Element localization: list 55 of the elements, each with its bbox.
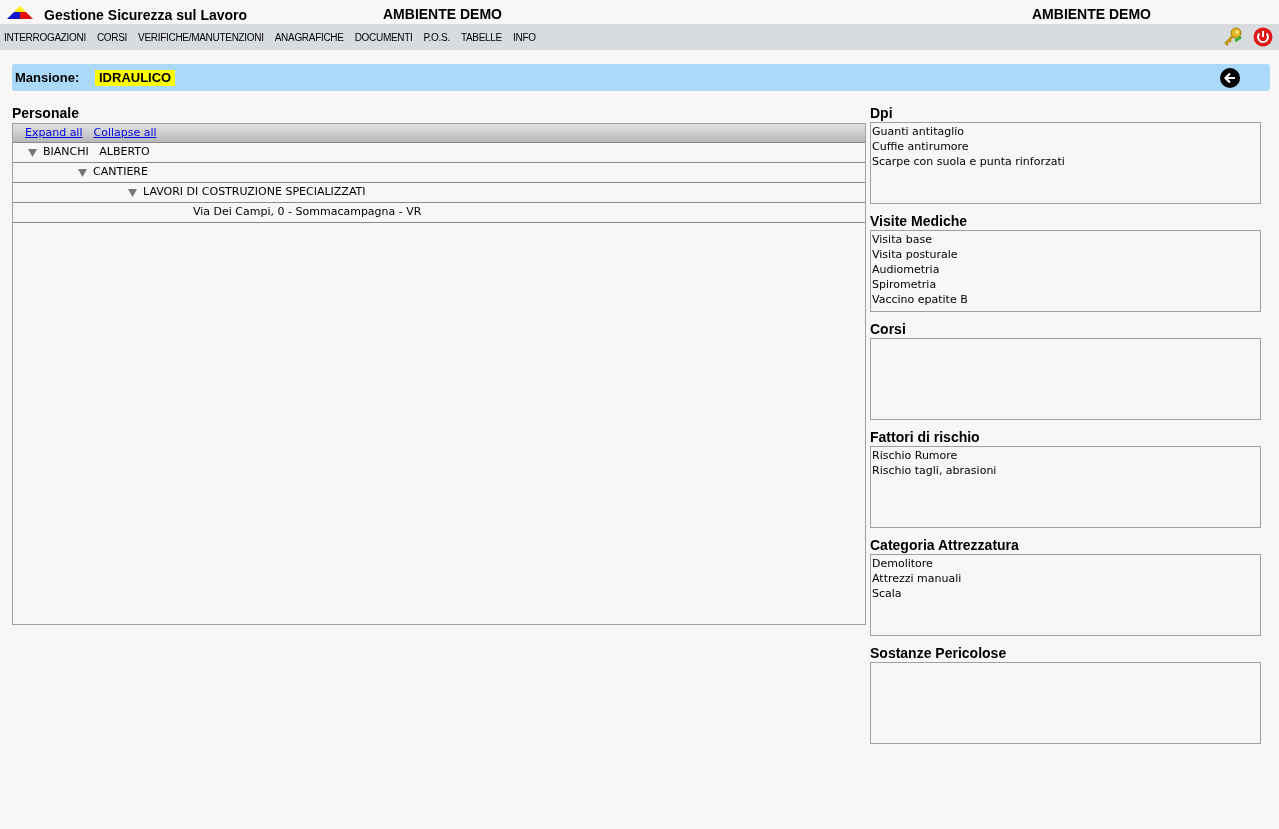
menu-item[interactable]: INTERROGAZIONI	[4, 29, 86, 45]
tree-node-label: LAVORI DI COSTRUZIONE SPECIALIZZATI	[143, 184, 366, 201]
menu-item[interactable]: P.O.S.	[423, 29, 450, 45]
list-item[interactable]: Rischio tagli, abrasioni	[872, 463, 1260, 478]
list-item[interactable]: Attrezzi manuali	[872, 571, 1260, 586]
section-title: Visite Mediche	[870, 212, 968, 230]
list-item[interactable]: Visita base	[872, 232, 1260, 247]
list-box[interactable]: Guanti antitaglio Cuffie antirumore Scarpe con suola e punta rinforzati	[870, 122, 1261, 204]
section-title: Dpi	[870, 104, 894, 122]
menu-item[interactable]: DOCUMENTI	[354, 29, 413, 45]
list-box[interactable]: Visita base Visita posturale Audiometria Spirometria Vaccino epatite B	[870, 230, 1261, 312]
tree-row[interactable]: BIANCHI ALBERTO	[13, 143, 865, 163]
list-item[interactable]: Cuffie antirumore	[872, 139, 1260, 154]
tree-link[interactable]: Collapse all	[93, 124, 157, 142]
list-item[interactable]: Audiometria	[872, 262, 1260, 277]
tree-row[interactable]: LAVORI DI COSTRUZIONE SPECIALIZZATI	[13, 183, 865, 203]
environment-label: AMBIENTE DEMO	[1032, 5, 1151, 24]
app-title: Gestione Sicurezza sul Lavoro	[44, 6, 248, 25]
logo-icon	[7, 6, 33, 19]
section-title: Personale	[12, 104, 80, 122]
list-box[interactable]: Rischio Rumore Rischio tagli, abrasioni	[870, 446, 1261, 528]
list-item[interactable]: Guanti antitaglio	[872, 124, 1260, 139]
list-item[interactable]: Rischio Rumore	[872, 448, 1260, 463]
list-box[interactable]	[870, 338, 1261, 420]
section-title: Fattori di rischio	[870, 428, 981, 446]
menu-item[interactable]: ANAGRAFICHE	[274, 29, 344, 45]
tree-node-label: BIANCHI ALBERTO	[43, 144, 150, 161]
list-box[interactable]: Demolitore Attrezzi manuali Scala	[870, 554, 1261, 636]
tree-row[interactable]: Via Dei Campi, 0 - Sommacampagna - VR	[13, 203, 865, 223]
list-item[interactable]: Vaccino epatite B	[872, 292, 1260, 307]
menu-item[interactable]: CORSI	[96, 29, 128, 45]
section-title: Corsi	[870, 320, 907, 338]
tree-link[interactable]: Expand all	[25, 124, 83, 142]
tree-row[interactable]: CANTIERE	[13, 163, 865, 183]
key-icon[interactable]	[1223, 27, 1243, 47]
menu-item[interactable]: INFO	[513, 29, 536, 45]
expand-triangle-icon[interactable]	[78, 168, 87, 177]
list-box[interactable]	[870, 662, 1261, 744]
environment-label: AMBIENTE DEMO	[383, 5, 502, 24]
tree-node-label: Via Dei Campi, 0 - Sommacampagna - VR	[193, 204, 422, 221]
list-item[interactable]: Scala	[872, 586, 1260, 601]
menu-item[interactable]: VERIFICHE/MANUTENZIONI	[138, 29, 264, 45]
expand-triangle-icon[interactable]	[28, 148, 37, 157]
list-item[interactable]: Demolitore	[872, 556, 1260, 571]
tree-node-label: CANTIERE	[93, 164, 148, 181]
section-title: Sostanze Pericolose	[870, 644, 1008, 662]
expand-triangle-icon[interactable]	[128, 188, 137, 197]
list-item[interactable]: Spirometria	[872, 277, 1260, 292]
list-item[interactable]: Scarpe con suola e punta rinforzati	[872, 154, 1260, 169]
mansione-label: Mansione:	[15, 68, 81, 87]
section-title: Categoria Attrezzatura	[870, 536, 1020, 554]
mansione-value: IDRAULICO	[95, 69, 176, 86]
list-item[interactable]: Visita posturale	[872, 247, 1260, 262]
power-icon[interactable]	[1253, 27, 1273, 47]
menu-item[interactable]: TABELLE	[460, 29, 502, 45]
